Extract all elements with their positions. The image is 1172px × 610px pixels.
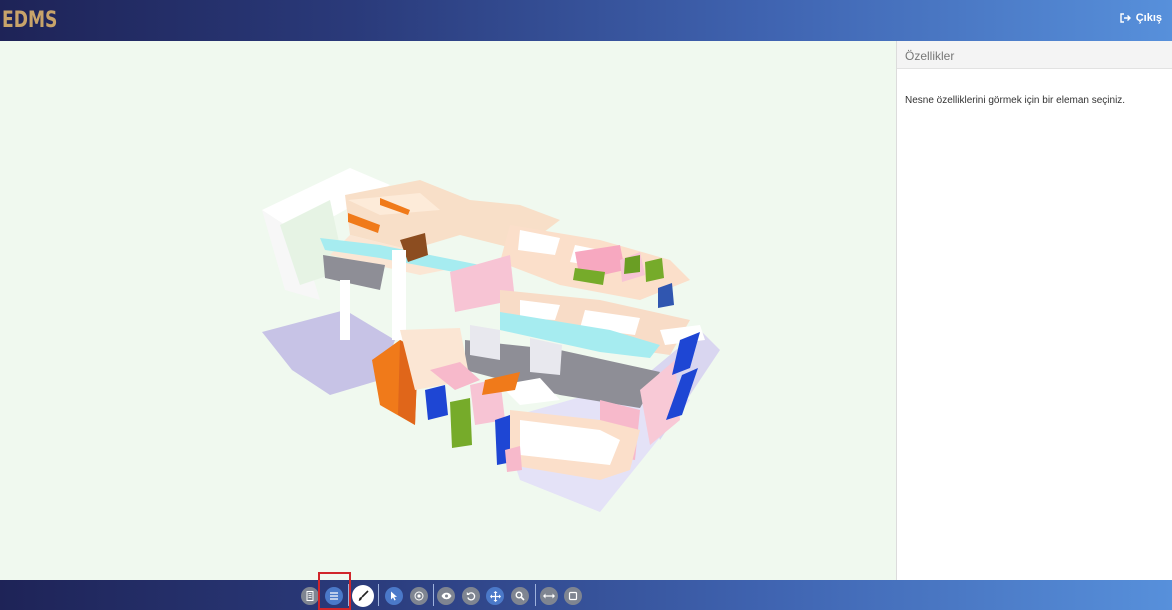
measure-button[interactable]: [540, 587, 558, 605]
building-button[interactable]: [301, 587, 319, 605]
toolbar-divider: [378, 584, 379, 606]
rotate-icon: [466, 591, 476, 601]
viewer-toolbar: [0, 580, 1172, 610]
model-viewer-canvas[interactable]: [0, 41, 896, 580]
focus-button[interactable]: [410, 587, 428, 605]
zoom-button[interactable]: [511, 587, 529, 605]
panel-empty-message: Nesne özelliklerini görmek için bir elem…: [905, 95, 1126, 106]
top-header: EDMS Çıkış: [0, 0, 1172, 41]
pointer-icon: [390, 591, 398, 601]
logout-label: Çıkış: [1135, 12, 1162, 24]
brush-icon: [357, 590, 369, 602]
panel-title: Özellikler: [897, 41, 1172, 69]
brand-logo: EDMS: [2, 8, 58, 33]
toolbar-divider: [535, 584, 536, 606]
zoom-icon: [515, 591, 525, 601]
select-button[interactable]: [385, 587, 403, 605]
toolbar-divider: [433, 584, 434, 606]
target-icon: [414, 591, 424, 601]
visibility-button[interactable]: [437, 587, 455, 605]
building-icon: [306, 591, 314, 601]
sign-out-icon: [1120, 13, 1131, 23]
orbit-button[interactable]: [462, 587, 480, 605]
eye-icon: [441, 592, 452, 600]
measure-icon: [543, 593, 555, 599]
building-3d-model[interactable]: [0, 41, 896, 580]
style-button[interactable]: [352, 585, 374, 607]
selected-tool-highlight: [318, 572, 351, 610]
section-box-icon: [568, 591, 578, 601]
section-box-button[interactable]: [564, 587, 582, 605]
pan-icon: [489, 590, 501, 602]
properties-panel: Özellikler Nesne özelliklerini görmek iç…: [896, 41, 1172, 580]
logout-button[interactable]: Çıkış: [1120, 12, 1162, 24]
pan-button[interactable]: [486, 587, 504, 605]
